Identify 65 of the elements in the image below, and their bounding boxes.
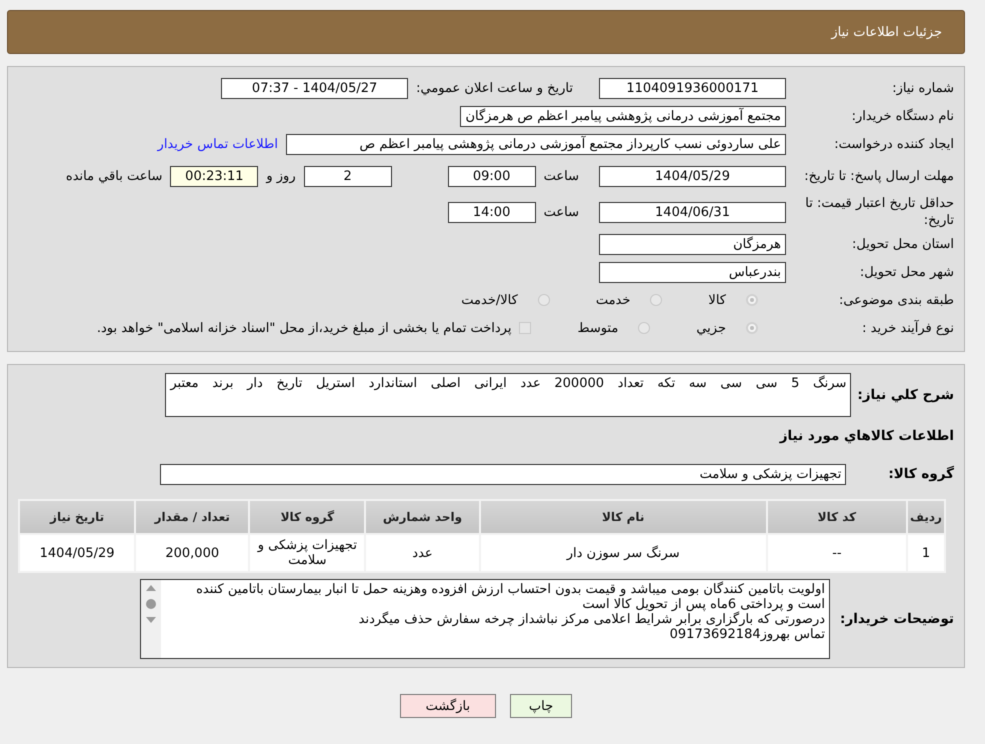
field-label: توضیحات خریدار: [840,611,954,627]
table-cell: -- [766,534,907,572]
column-header: کد کالا [766,500,907,534]
field-label: استان محل تحویل: [851,236,954,252]
input-field[interactable]: بندرعباس [599,262,786,282]
scroll-arrows-icon[interactable] [145,584,157,624]
column-header: تعداد / مقدار [135,500,250,534]
input-field[interactable]: 09:00 [448,166,536,186]
field-label: نوع فرآیند خرید : [861,320,954,336]
field-label: روز و [266,168,296,184]
column-header: نام کالا [480,500,767,534]
field-label: شهر محل تحویل: [858,264,954,280]
radio-button[interactable] [638,322,650,334]
field-label: گروه کالا: [888,466,954,482]
column-header: واحد شمارش [365,500,480,534]
notes-field[interactable]: اولویت باتامین کنندگان بومی میباشد و قیمت بدون احتساب ارزش افزوده وهزینه حمل تا انبار بیمارستان باتامین کننده است و پرداختی 6ماه پس از تحویل کالا است درصورتی که بارگزاری برابر شرایط اعلامی مرکز نباشداز چرخه سفارش حذف میگردند تماس بهروز09173692184 [140,579,830,659]
radio-label: متوسط [577,320,618,336]
table-cell: سرنگ سر سوزن دار [480,534,767,572]
column-header: تاریخ نیاز [19,500,136,534]
checkbox-label: پرداخت تمام یا بخشی از مبلغ خرید،از محل "اسناد خزانه اسلامی" خواهد بود. [96,320,512,336]
contact-link[interactable]: اطلاعات تماس خریدار [158,136,278,152]
input-field[interactable]: 1404/06/31 [599,202,786,222]
radio-label: کالا [708,292,726,308]
section-heading: اطلاعات كالاهاي مورد نياز [780,428,954,444]
column-header: گروه کالا [249,500,366,534]
input-field[interactable]: 1404/05/29 [599,166,786,186]
field-label: شماره نیاز: [891,80,954,96]
input-field[interactable]: 2 [304,166,392,186]
page-title: جزئیات اطلاعات نیاز [831,24,942,40]
radio-label: جزيي [696,320,726,336]
field-label: ایجاد کننده درخواست: [833,136,954,152]
back-button[interactable]: بازگشت [400,694,496,718]
field-label: حداقل تاریخ اعتبار قیمت: تا تاریخ: [804,195,954,229]
field-label: شرح كلي نياز: [857,387,954,403]
input-field[interactable]: 14:00 [448,202,536,222]
field-label: ساعت [544,168,579,184]
input-field[interactable]: علی ساردوئی نسب کارپرداز مجتمع آموزشی درمانی پژوهشی پیامبر اعظم ص [286,134,786,154]
print-button[interactable]: چاپ [510,694,572,718]
input-field[interactable]: تجهیزات پزشکی و سلامت [160,464,846,484]
field-label: نام دستگاه خریدار: [850,108,954,124]
input-field[interactable]: 1104091936000171 [599,78,786,98]
table-cell: عدد [365,534,480,572]
field-label: ساعت باقي مانده [66,168,162,184]
input-field[interactable]: 00:23:11 [170,166,258,186]
table-cell: 1 [906,534,945,572]
field-label: تاريخ و ساعت اعلان عمومي: [416,80,573,96]
radio-button[interactable] [538,294,550,306]
input-field[interactable]: هرمزگان [599,234,786,254]
radio-button[interactable] [746,294,758,306]
scrollbar[interactable] [141,580,161,658]
column-header: ردیف [906,500,945,534]
radio-label: کالا/خدمت [461,292,518,308]
table-cell: 200,000 [135,534,250,572]
description-field[interactable]: سرنگ 5 سی سی سه تکه تعداد 200000 عدد ایرانی اصلی استاندارد استریل تاریخ دار برند معتبر [165,373,852,417]
field-label: مهلت ارسال پاسخ: تا تاریخ: [803,168,954,184]
field-label: طبقه بندی موضوعی: [838,292,954,308]
radio-button[interactable] [746,322,758,334]
radio-label: خدمت [596,292,630,308]
table-cell: تجهیزات پزشکی و سلامت [249,534,366,572]
table-cell: 1404/05/29 [19,534,136,572]
radio-button[interactable] [650,294,662,306]
checkbox[interactable] [519,322,532,334]
input-field[interactable]: مجتمع آموزشی درمانی پژوهشی پیامبر اعظم ص هرمزگان [460,106,786,126]
field-label: ساعت [544,204,579,220]
input-field[interactable]: 1404/05/27 - 07:37 [221,78,408,98]
